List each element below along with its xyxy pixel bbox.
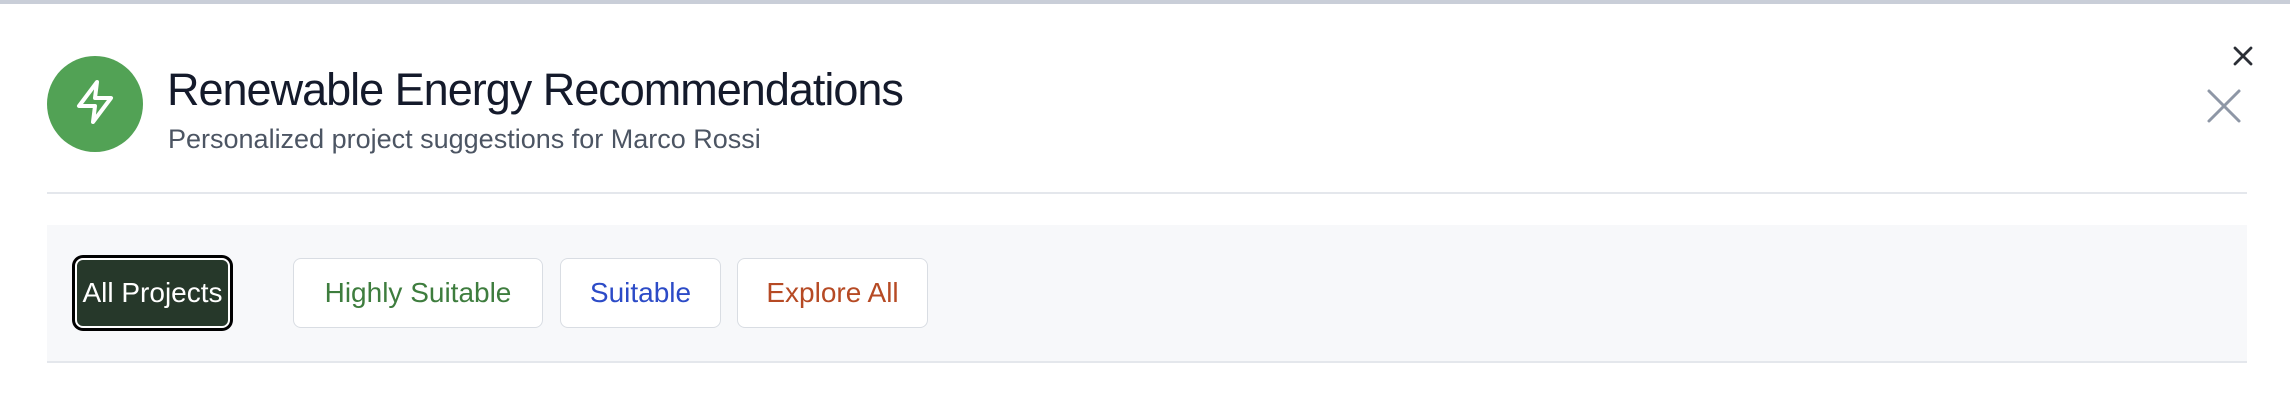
brand-badge [47,56,143,152]
header-divider [47,192,2247,194]
filter-highly-suitable-button[interactable]: Highly Suitable [293,258,543,328]
modal-subtitle: Personalized project suggestions for Mar… [168,124,761,154]
filter-explore-all-button[interactable]: Explore All [737,258,928,328]
filter-bar: All Projects Highly Suitable Suitable Ex… [47,225,2247,363]
close-icon [2204,89,2244,130]
modal-title: Renewable Energy Recommendations [167,64,904,115]
filter-all-projects-button[interactable]: All Projects [75,258,230,328]
modal-header: Renewable Energy Recommendations Persona… [47,56,2247,156]
modal-close-button[interactable] [2204,86,2244,126]
close-icon [2227,46,2259,76]
filter-suitable-button[interactable]: Suitable [560,258,721,328]
lightning-icon [71,78,119,131]
dialog-close-button[interactable] [2227,40,2259,72]
recommendations-modal: Renewable Energy Recommendations Persona… [0,4,2290,408]
